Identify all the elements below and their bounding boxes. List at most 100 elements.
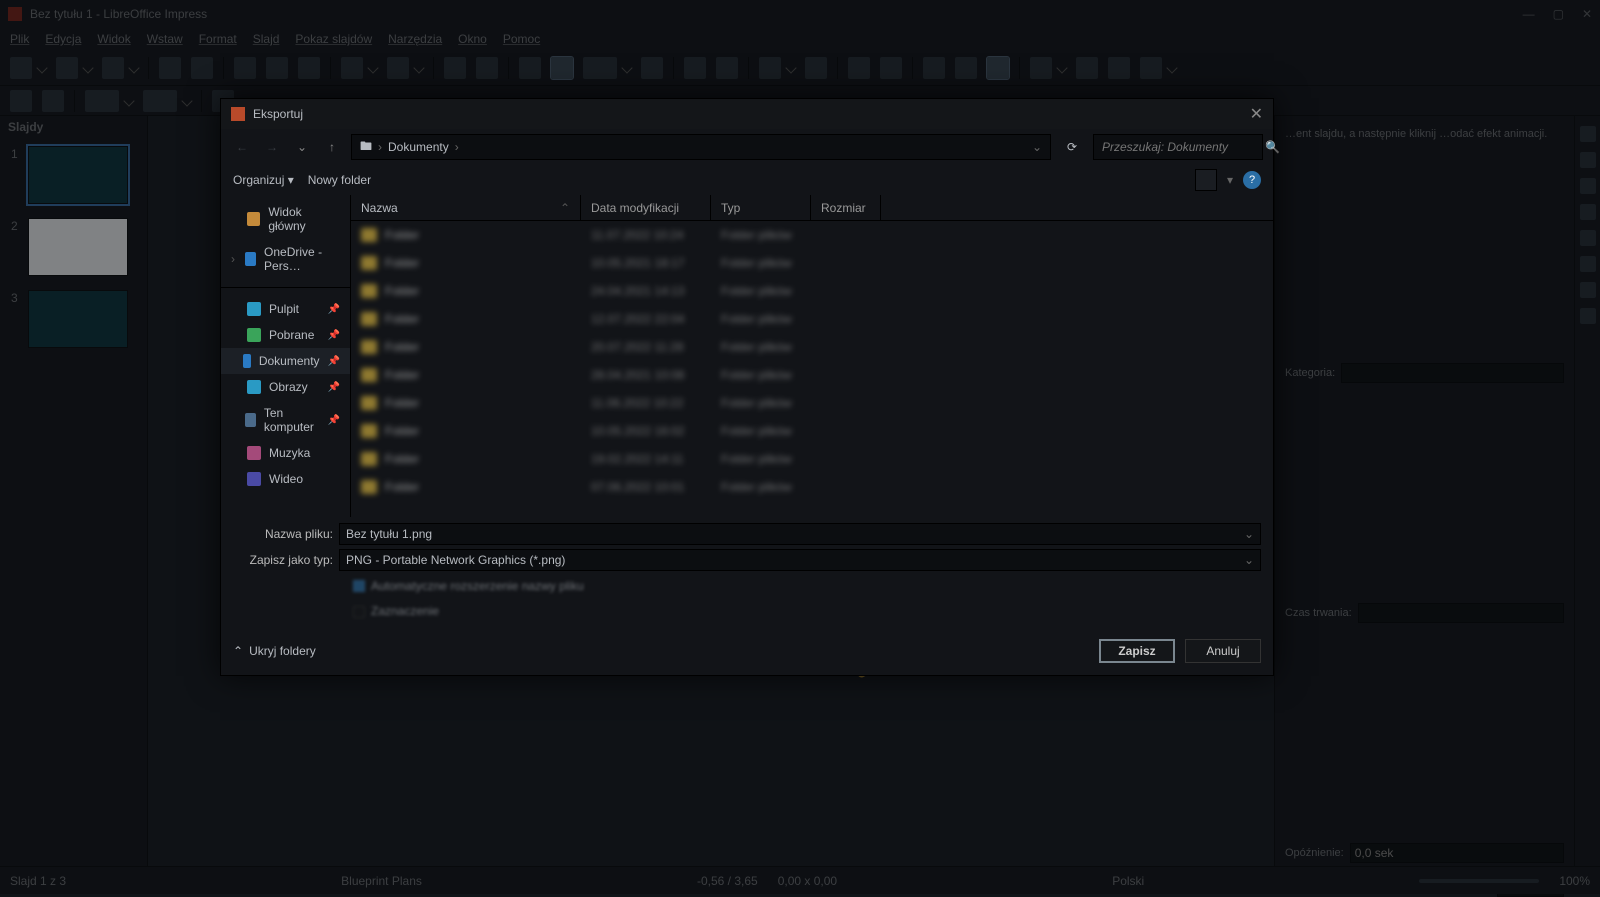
menu-slajd[interactable]: Slajd [253,32,280,46]
deck-master-icon[interactable] [1580,308,1596,324]
menu-pomoc[interactable]: Pomoc [503,32,540,46]
file-row[interactable]: Folder 07.06.2022 10:01 Folder plików [351,473,1273,501]
line-color[interactable] [85,90,119,112]
savetype-select[interactable]: PNG - Portable Network Graphics (*.png)⌄ [339,549,1261,571]
auto-ext-checkbox[interactable] [353,580,365,592]
slide-thumb-2[interactable]: 2 [28,218,128,276]
search-icon[interactable]: 🔍 [1265,140,1280,154]
filename-input[interactable]: Bez tytułu 1.png⌄ [339,523,1261,545]
deck-shapes-icon[interactable] [1580,230,1596,246]
save-icon[interactable] [102,57,124,79]
dropdown-icon[interactable] [413,62,424,73]
duration-field[interactable] [1358,603,1564,623]
deck-navigator-icon[interactable] [1580,204,1596,220]
search-input[interactable] [1102,140,1259,154]
menu-pokaz[interactable]: Pokaz slajdów [295,32,372,46]
spellcheck-icon[interactable] [476,57,498,79]
layout-icon[interactable] [1140,57,1162,79]
dropdown-icon[interactable] [1056,62,1067,73]
col-type[interactable]: Typ [711,195,811,220]
window-close-icon[interactable]: ✕ [1582,7,1592,21]
dropdown-icon[interactable] [785,62,796,73]
place-home[interactable]: Widok główny [221,199,350,239]
new-icon[interactable] [10,57,32,79]
start-current-icon[interactable] [716,57,738,79]
menu-widok[interactable]: Widok [97,32,130,46]
file-row[interactable]: Folder 10.05.2021 18:17 Folder plików [351,249,1273,277]
file-row[interactable]: Folder 10.05.2022 16:02 Folder plików [351,417,1273,445]
menu-format[interactable]: Format [199,32,237,46]
deck-animation-icon[interactable] [1580,282,1596,298]
place-doc[interactable]: Dokumenty 📌 [221,348,350,374]
file-row[interactable]: Folder 12.07.2022 22:04 Folder plików [351,305,1273,333]
refresh-icon[interactable]: ⟳ [1059,134,1085,160]
table-icon[interactable] [759,57,781,79]
place-desk[interactable]: Pulpit 📌 [221,296,350,322]
zoom-icon[interactable] [42,90,64,112]
window-minimize-icon[interactable]: — [1523,7,1535,21]
col-size[interactable]: Rozmiar [811,195,881,220]
place-pc[interactable]: Ten komputer 📌 [221,400,350,440]
cancel-button[interactable]: Anuluj [1185,639,1261,663]
dropdown-icon[interactable] [82,62,93,73]
cut-icon[interactable] [234,57,256,79]
chevron-down-icon[interactable]: ⌄ [1032,140,1042,154]
crumb-dokumenty[interactable]: Dokumenty [388,140,449,154]
textbox-icon[interactable] [880,57,902,79]
nav-fwd-icon[interactable]: → [261,136,283,158]
chevron-down-icon[interactable]: ⌄ [1244,553,1254,567]
nav-recent-icon[interactable]: ⌄ [291,136,313,158]
selection-checkbox[interactable] [353,606,365,618]
delay-field[interactable] [1350,843,1564,863]
place-vid[interactable]: Wideo [221,466,350,492]
dropdown-icon[interactable] [181,95,192,106]
slide-thumb-1[interactable]: 1 [28,146,128,204]
place-cloud[interactable]: › OneDrive - Pers… [221,239,350,279]
search-box[interactable]: 🔍 [1093,134,1263,160]
dropdown-icon[interactable] [621,62,632,73]
breadcrumb[interactable]: 🖿 › Dokumenty › ⌄ [351,134,1051,160]
nav-up-icon[interactable]: ↑ [321,136,343,158]
snap-icon[interactable] [551,57,573,79]
hide-folders-toggle[interactable]: ⌃Ukryj foldery [233,644,316,658]
file-row[interactable]: Folder 11.07.2022 10:24 Folder plików [351,221,1273,249]
chevron-down-icon[interactable]: ⌄ [1244,527,1254,541]
fill-color[interactable] [143,90,177,112]
file-rows[interactable]: Folder 11.07.2022 10:24 Folder plików Fo… [351,221,1273,517]
deck-styles-icon[interactable] [1580,152,1596,168]
new-folder-button[interactable]: Nowy folder [308,173,371,187]
animation-icon[interactable] [987,57,1009,79]
view-mode-button[interactable] [1195,169,1217,191]
save-button[interactable]: Zapisz [1099,639,1175,663]
place-mus[interactable]: Muzyka [221,440,350,466]
organize-button[interactable]: Organizuj ▾ [233,173,294,187]
menu-plik[interactable]: Plik [10,32,29,46]
file-row[interactable]: Folder 24.04.2021 14:13 Folder plików [351,277,1273,305]
window-maximize-icon[interactable]: ▢ [1553,7,1564,21]
find-icon[interactable] [444,57,466,79]
print-icon[interactable] [191,57,213,79]
col-name[interactable]: Nazwa⌃ [351,195,581,220]
nav-back-icon[interactable]: ← [231,136,253,158]
zoom-slider[interactable] [1419,879,1539,883]
file-row[interactable]: Folder 11.06.2022 10:22 Folder plików [351,389,1273,417]
dropdown-icon[interactable] [128,62,139,73]
menu-narzedzia[interactable]: Narzędzia [388,32,442,46]
redo-icon[interactable] [387,57,409,79]
dropdown-icon[interactable] [1166,62,1177,73]
grid-icon[interactable] [519,57,541,79]
col-date[interactable]: Data modyfikacji [581,195,711,220]
chevron-down-icon[interactable]: ▾ [1227,173,1233,187]
help-icon[interactable]: ? [1243,171,1261,189]
dup-slide-icon[interactable] [1076,57,1098,79]
paste-icon[interactable] [298,57,320,79]
menu-edycja[interactable]: Edycja [45,32,81,46]
image-icon[interactable] [805,57,827,79]
deck-gallery-icon[interactable] [1580,178,1596,194]
open-icon[interactable] [56,57,78,79]
chart-icon[interactable] [848,57,870,79]
file-row[interactable]: Folder 19.02.2022 14:11 Folder plików [351,445,1273,473]
menu-okno[interactable]: Okno [458,32,487,46]
dropdown-icon[interactable] [36,62,47,73]
hyperlink-icon[interactable] [955,57,977,79]
